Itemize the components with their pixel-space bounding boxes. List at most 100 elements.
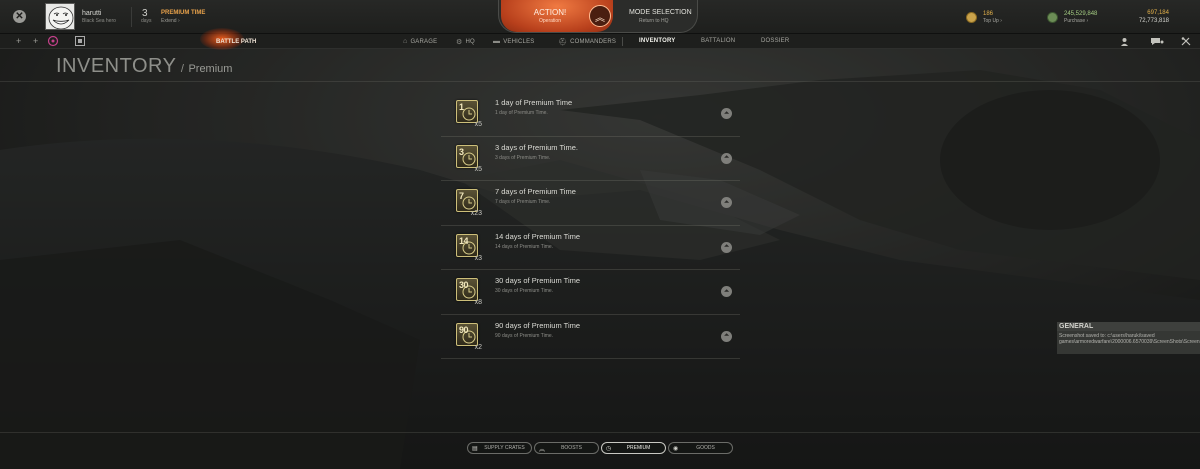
commanders-icon: ⛑ xyxy=(558,39,568,46)
avatar[interactable] xyxy=(45,3,75,30)
nav-dossier[interactable]: DOSSIER xyxy=(761,38,789,44)
chat-icon[interactable] xyxy=(1150,37,1164,48)
action-sub-label: Operation xyxy=(539,18,561,24)
tab-boosts[interactable]: ︽ BOOSTS xyxy=(534,442,599,454)
player-name: harutti xyxy=(82,10,102,17)
garage-icon: ⌂ xyxy=(403,38,408,45)
item-days-number: 1 xyxy=(459,102,464,112)
inventory-item[interactable]: 30 x8 30 days of Premium Time 30 days of… xyxy=(441,270,740,315)
credits-icon xyxy=(1047,12,1058,23)
hq-icon: ⚙ xyxy=(456,39,463,46)
close-icon[interactable]: ✕ xyxy=(13,10,26,23)
item-name: 90 days of Premium Time xyxy=(495,320,581,330)
premium-time-icon: 30 xyxy=(456,278,478,301)
tab-supply-crates-label: SUPPLY CRATES xyxy=(484,445,525,451)
nav-hq[interactable]: ⚙ HQ xyxy=(456,38,475,46)
premium-days-label: days xyxy=(141,18,152,24)
player-title: Black Sea hero xyxy=(82,18,116,24)
mode-selection-label[interactable]: MODE SELECTION xyxy=(629,9,692,16)
item-count: x2 xyxy=(474,343,482,351)
page-title-main: INVENTORY xyxy=(56,55,177,77)
page-title: INVENTORY / Premium xyxy=(56,55,232,78)
top-bar: ✕ harutti Black Sea hero 3 days PREMIUM … xyxy=(0,0,1200,34)
inventory-item[interactable]: 7 x23 7 days of Premium Time 7 days of P… xyxy=(441,181,740,226)
page-title-separator: / xyxy=(180,63,184,75)
top-up-link[interactable]: Top Up › xyxy=(983,18,1002,24)
tab-supply-crates[interactable]: ▤ SUPPLY CRATES xyxy=(467,442,532,454)
inventory-list: 1 x5 1 day of Premium Time 1 day of Prem… xyxy=(441,92,740,359)
notification-header: GENERAL xyxy=(1057,322,1200,331)
tab-premium[interactable]: ◷ PREMIUM xyxy=(601,442,666,454)
purchase-link[interactable]: Purchase › xyxy=(1064,18,1088,24)
nav-inventory[interactable]: INVENTORY xyxy=(639,38,675,44)
inventory-item[interactable]: 14 x3 14 days of Premium Time 14 days of… xyxy=(441,226,740,270)
tank-icon: ▬ xyxy=(493,38,501,45)
notification-body: Screenshot saved to: c:\users\haruki\sav… xyxy=(1057,331,1200,354)
inventory-item[interactable]: 1 x5 1 day of Premium Time 1 day of Prem… xyxy=(441,92,740,137)
nav-dossier-label: DOSSIER xyxy=(761,38,790,44)
activate-icon[interactable]: ⏶ xyxy=(721,241,732,253)
tab-premium-label: PREMIUM xyxy=(626,445,651,451)
activate-icon[interactable]: ⏶ xyxy=(721,330,732,342)
target-icon[interactable] xyxy=(47,35,59,49)
premium-time-icon: 3 xyxy=(456,144,478,168)
tab-boosts-label: BOOSTS xyxy=(561,445,582,451)
item-count: x3 xyxy=(474,254,482,262)
activate-icon[interactable]: ⏶ xyxy=(721,108,732,119)
inventory-item[interactable]: 3 x5 3 days of Premium Time. 3 days of P… xyxy=(441,137,740,181)
nav-bar: + + BATTLE PATH ⌂ GARAGE ⚙ HQ ▬ VEHICLES… xyxy=(0,28,1200,50)
item-days-number: 7 xyxy=(459,191,464,201)
settings-icon[interactable] xyxy=(1181,37,1191,48)
free-xp-balance: 72,773,818 xyxy=(1138,18,1169,24)
action-button[interactable]: ACTION! Operation ︽ xyxy=(501,0,613,32)
bottom-divider xyxy=(0,432,1200,433)
item-name: 14 days of Premium Time xyxy=(495,231,581,241)
gold-balance: 186 xyxy=(983,11,994,17)
item-description: 3 days of Premium Time. xyxy=(495,154,551,161)
activate-icon[interactable]: ⏶ xyxy=(721,152,732,164)
nav-commanders-label: COMMANDERS xyxy=(570,39,617,45)
notification-panel[interactable]: GENERAL Screenshot saved to: c:\users\ha… xyxy=(1057,322,1200,354)
nav-vehicles[interactable]: ▬ VEHICLES xyxy=(493,38,534,45)
item-count: x5 xyxy=(474,121,482,128)
item-description: 14 days of Premium Time. xyxy=(495,243,554,250)
item-description: 1 day of Premium Time. xyxy=(495,110,548,116)
nav-garage[interactable]: ⌂ GARAGE xyxy=(403,38,437,45)
item-days-number: 30 xyxy=(459,280,469,290)
premium-extend-link[interactable]: Extend › xyxy=(161,18,180,24)
nav-commanders[interactable]: ⛑ COMMANDERS xyxy=(558,38,616,46)
troll-face-icon xyxy=(48,6,74,29)
item-description: 90 days of Premium Time. xyxy=(495,332,554,339)
tab-goods[interactable]: ◉ GOODS xyxy=(668,442,733,454)
friends-icon[interactable] xyxy=(1120,37,1129,48)
item-days-number: 90 xyxy=(459,324,469,335)
nav-inventory-label: INVENTORY xyxy=(639,38,676,44)
premium-extend-label: Extend xyxy=(161,18,177,24)
premium-time-icon: 1 xyxy=(456,100,478,123)
premium-time-label: PREMIUM TIME xyxy=(161,10,206,16)
return-to-hq-label[interactable]: Return to HQ xyxy=(639,18,668,24)
title-divider xyxy=(0,81,1200,82)
item-count: x5 xyxy=(474,165,482,173)
item-description: 7 days of Premium Time. xyxy=(495,199,551,205)
add-icon[interactable]: + xyxy=(33,36,38,46)
activate-icon[interactable]: ⏶ xyxy=(721,197,732,208)
nav-hq-label: HQ xyxy=(465,39,475,45)
inventory-item[interactable]: 90 x2 90 days of Premium Time 90 days of… xyxy=(441,315,740,359)
activate-icon[interactable]: ⏶ xyxy=(721,286,732,297)
item-count: x8 xyxy=(474,299,482,306)
item-name: 30 days of Premium Time xyxy=(495,276,581,285)
item-name: 1 day of Premium Time xyxy=(495,98,573,107)
purchase-label: Purchase xyxy=(1064,18,1086,24)
battle-path-label: BATTLE PATH xyxy=(216,38,257,45)
nav-battle-path[interactable]: BATTLE PATH xyxy=(212,34,260,49)
plus-icon[interactable]: + xyxy=(16,36,21,46)
item-days-number: 14 xyxy=(459,235,469,246)
nav-battalion[interactable]: BATTALION xyxy=(701,38,735,44)
divider xyxy=(131,7,132,27)
item-days-number: 3 xyxy=(459,146,464,157)
item-name: 7 days of Premium Time xyxy=(495,187,576,196)
premium-time-icon: 14 xyxy=(456,233,478,257)
page-title-sub: Premium xyxy=(188,63,233,75)
clipboard-icon[interactable] xyxy=(74,35,86,49)
